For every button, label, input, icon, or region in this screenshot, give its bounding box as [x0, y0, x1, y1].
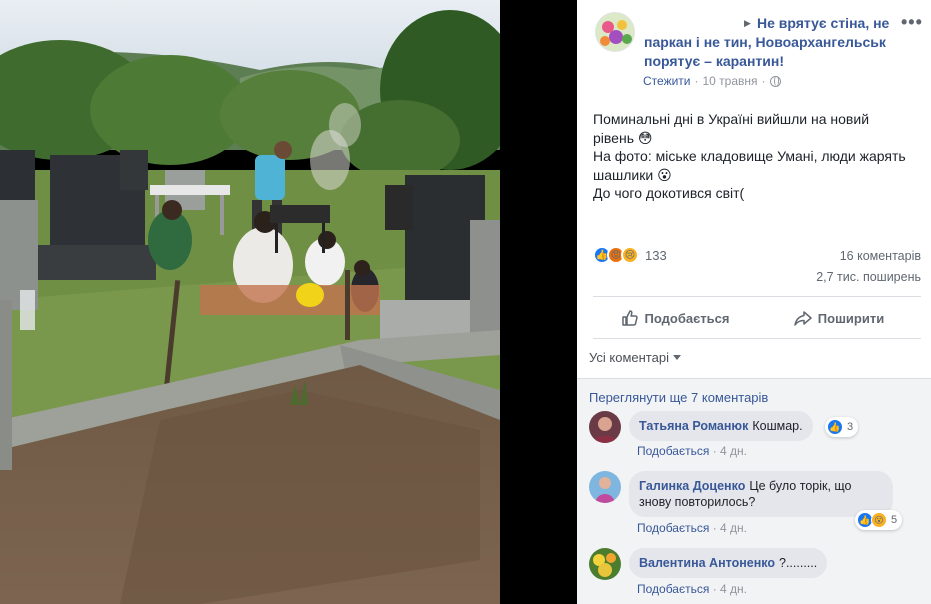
- comment-item: Валентина Антоненко?......... Подобаєтьс…: [589, 548, 919, 598]
- comment-item: Татьяна Романюк Кошмар. 👍 3 Подобається ·…: [589, 411, 919, 461]
- meta-separator: ·: [761, 74, 766, 88]
- comment-like-link[interactable]: Подобається: [637, 582, 709, 596]
- commenter-avatar[interactable]: [589, 471, 621, 503]
- like-button-label: Подобається: [644, 310, 730, 326]
- comment-like-link[interactable]: Подобається: [637, 444, 709, 458]
- page-name-text: Не врятує стіна, не паркан і не тин, Нов…: [644, 15, 890, 69]
- comment-text: Кошмар.: [752, 419, 803, 433]
- comment-like-link[interactable]: Подобається: [637, 521, 709, 535]
- comment-author-link[interactable]: Татьяна Романюк: [639, 419, 748, 433]
- shares-count-link[interactable]: 2,7 тис. поширень: [816, 270, 921, 284]
- comment-actions: Подобається · 4 дн.: [637, 444, 747, 458]
- flowers-avatar-image: [596, 13, 634, 51]
- comment-bubble: Татьяна Романюк Кошмар.: [629, 411, 813, 441]
- post-meta: Стежити · 10 травня ·: [643, 74, 781, 88]
- comment-text: ?.........: [779, 556, 818, 570]
- wow-reaction-icon: 😮: [871, 512, 887, 528]
- reactions-count: 133: [645, 247, 667, 263]
- post-header: ▶ Не врятує стіна, не паркан і не тин, Н…: [577, 0, 931, 100]
- post-stats: 👍 😡 😢 133 16 коментарів 2,7 тис. поширен…: [593, 246, 921, 290]
- more-options-icon[interactable]: •••: [901, 12, 923, 33]
- share-arrow-icon: [794, 311, 812, 326]
- cemetery-photo-image: [0, 0, 500, 604]
- comments-filter-dropdown[interactable]: Усі коментарі: [589, 350, 681, 365]
- meta-separator: ·: [712, 444, 721, 458]
- post-date[interactable]: 10 травня: [703, 74, 758, 88]
- follow-link[interactable]: Стежити: [643, 74, 691, 88]
- comment-item: Галинка Доценко Це було торік, що знову п…: [589, 471, 919, 537]
- commenter-avatar[interactable]: [589, 411, 621, 443]
- comment-time[interactable]: 4 дн.: [720, 444, 747, 458]
- thumbs-up-icon: [621, 310, 638, 326]
- commenter-photo-image: [589, 411, 621, 443]
- comment-bubble: Галинка Доценко Це було торік, що знову п…: [629, 471, 893, 517]
- post-actions: Подобається Поширити: [593, 301, 921, 335]
- globe-icon: [769, 75, 781, 87]
- comment-reaction-count: 5: [891, 514, 898, 526]
- comments-filter-label: Усі коментарі: [589, 350, 669, 365]
- comment-bubble: Валентина Антоненко?.........: [629, 548, 828, 578]
- meta-separator: ·: [712, 582, 721, 596]
- post-text-line: Поминальні дні в Україні вийшли на новий…: [593, 111, 870, 146]
- commenter-avatar[interactable]: [589, 548, 621, 580]
- commenter-photo-image: [589, 471, 621, 503]
- reactions-summary[interactable]: 👍 😡 😢 133: [593, 246, 667, 264]
- post-photo[interactable]: [0, 0, 500, 604]
- comment-actions: Подобається · 4 дн.: [637, 582, 747, 596]
- caret-down-icon: [672, 355, 681, 360]
- view-more-comments-link[interactable]: Переглянути ще 7 коментарів: [589, 390, 768, 405]
- sad-reaction-icon: 😢: [621, 246, 639, 264]
- page-avatar[interactable]: [595, 12, 635, 52]
- commenter-photo-image: [589, 548, 621, 580]
- comments-count-link[interactable]: 16 коментарів: [840, 249, 921, 263]
- post-text: Поминальні дні в Україні вийшли на новий…: [593, 110, 913, 203]
- post-side-panel: ▶ Не врятує стіна, не паркан і не тин, Н…: [577, 0, 931, 604]
- divider: [593, 296, 921, 297]
- comment-reaction-count: 3: [847, 421, 854, 433]
- comment-time[interactable]: 4 дн.: [720, 582, 747, 596]
- comment-author-link[interactable]: Валентина Антоненко: [639, 556, 775, 570]
- comment-reactions[interactable]: 👍 3: [825, 417, 859, 437]
- comment-actions: Подобається · 4 дн.: [637, 521, 747, 535]
- post-text-line: До чого докотився світ(: [593, 185, 745, 201]
- post-text-line: На фото: міське кладовище Умані, люди жа…: [593, 148, 906, 183]
- share-button-label: Поширити: [817, 310, 885, 326]
- page-name-link[interactable]: Не врятує стіна, не паркан і не тин, Нов…: [644, 14, 896, 71]
- comment-time[interactable]: 4 дн.: [720, 521, 747, 535]
- meta-separator: ·: [712, 521, 721, 535]
- comment-reactions[interactable]: 👍 😮 5: [855, 510, 903, 530]
- meta-separator: ·: [694, 74, 699, 88]
- like-reaction-icon: 👍: [827, 419, 843, 435]
- like-button[interactable]: Подобається: [593, 301, 757, 335]
- photo-viewer: [0, 0, 577, 604]
- divider: [593, 338, 921, 339]
- share-button[interactable]: Поширити: [757, 301, 921, 335]
- comment-author-link[interactable]: Галинка Доценко: [639, 479, 745, 493]
